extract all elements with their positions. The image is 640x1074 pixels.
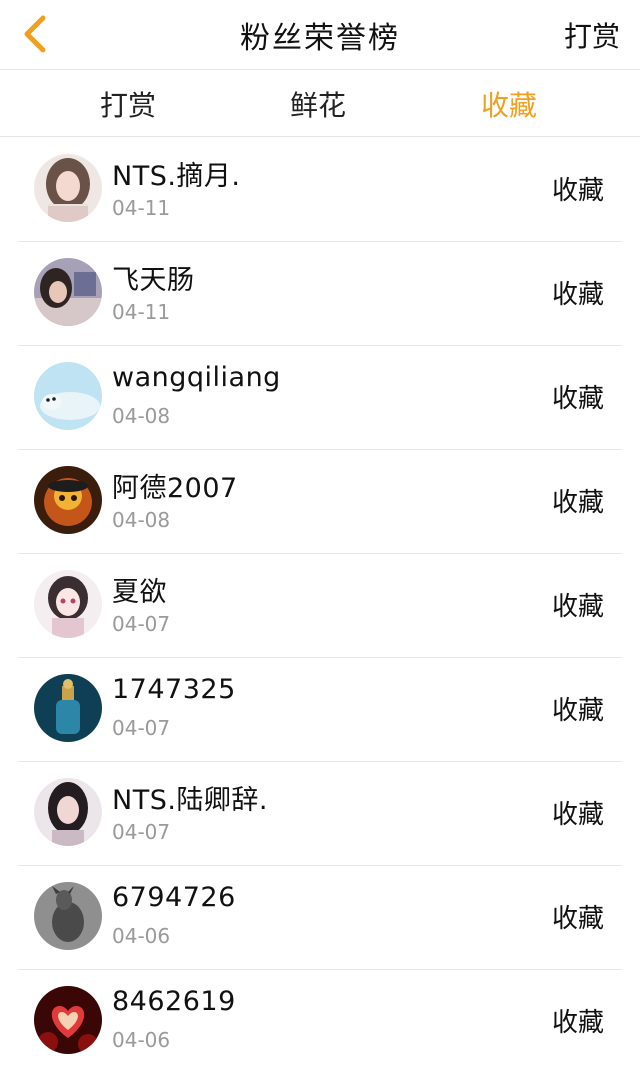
action-label: 收藏 — [551, 383, 604, 414]
fan-name: wangqiliang — [112, 362, 281, 393]
fan-name: 飞天肠 — [112, 265, 195, 296]
avatar[interactable] — [34, 778, 102, 846]
avatar[interactable] — [34, 674, 102, 742]
list-item[interactable]: 阿德2007 04-08 收藏 — [0, 450, 640, 554]
fan-date: 04-08 — [112, 404, 171, 428]
fan-name: 夏欲 — [112, 577, 167, 608]
avatar[interactable] — [34, 258, 102, 326]
reward-button[interactable]: 打赏 — [564, 0, 620, 70]
fan-list: NTS.摘月. 04-11 收藏 飞天肠 04-11 收藏 wangqilian… — [0, 138, 640, 1074]
fan-name: 阿德2007 — [112, 473, 238, 504]
action-label: 收藏 — [551, 487, 604, 518]
fan-name: 6794726 — [112, 882, 236, 913]
tab-collect[interactable]: 收藏 — [449, 71, 569, 137]
action-label: 收藏 — [551, 175, 604, 206]
fan-name: NTS.摘月. — [112, 161, 241, 192]
action-label: 收藏 — [551, 279, 604, 310]
fan-date: 04-07 — [112, 612, 171, 636]
list-item[interactable]: 飞天肠 04-11 收藏 — [0, 242, 640, 346]
fan-date: 04-07 — [112, 716, 171, 740]
list-item[interactable]: NTS.摘月. 04-11 收藏 — [0, 138, 640, 242]
avatar[interactable] — [34, 986, 102, 1054]
avatar[interactable] — [34, 882, 102, 950]
fan-date: 04-06 — [112, 924, 171, 948]
avatar[interactable] — [34, 362, 102, 430]
list-item[interactable]: wangqiliang 04-08 收藏 — [0, 346, 640, 450]
tab-reward[interactable]: 打赏 — [68, 71, 188, 137]
fan-name: 1747325 — [112, 674, 236, 705]
tab-flowers[interactable]: 鲜花 — [258, 71, 378, 137]
list-item[interactable]: 1747325 04-07 收藏 — [0, 658, 640, 762]
fan-date: 04-11 — [112, 196, 171, 220]
action-label: 收藏 — [551, 903, 604, 934]
tab-bar: 打赏 鲜花 收藏 — [0, 71, 640, 137]
fan-date: 04-08 — [112, 508, 171, 532]
fan-date: 04-11 — [112, 300, 171, 324]
avatar[interactable] — [34, 154, 102, 222]
fan-date: 04-06 — [112, 1028, 171, 1052]
top-navbar: 粉丝荣誉榜 打赏 — [0, 0, 640, 70]
list-item[interactable]: 夏欲 04-07 收藏 — [0, 554, 640, 658]
avatar[interactable] — [34, 466, 102, 534]
avatar[interactable] — [34, 570, 102, 638]
fan-date: 04-07 — [112, 820, 171, 844]
list-item[interactable]: NTS.陆卿辞. 04-07 收藏 — [0, 762, 640, 866]
action-label: 收藏 — [551, 695, 604, 726]
fan-name: NTS.陆卿辞. — [112, 785, 268, 816]
action-label: 收藏 — [551, 591, 604, 622]
page-title: 粉丝荣誉榜 — [240, 21, 400, 56]
fan-name: 8462619 — [112, 986, 236, 1017]
action-label: 收藏 — [551, 1007, 604, 1038]
list-item[interactable]: 6794726 04-06 收藏 — [0, 866, 640, 970]
list-item[interactable]: 8462619 04-06 收藏 — [0, 970, 640, 1074]
action-label: 收藏 — [551, 799, 604, 830]
